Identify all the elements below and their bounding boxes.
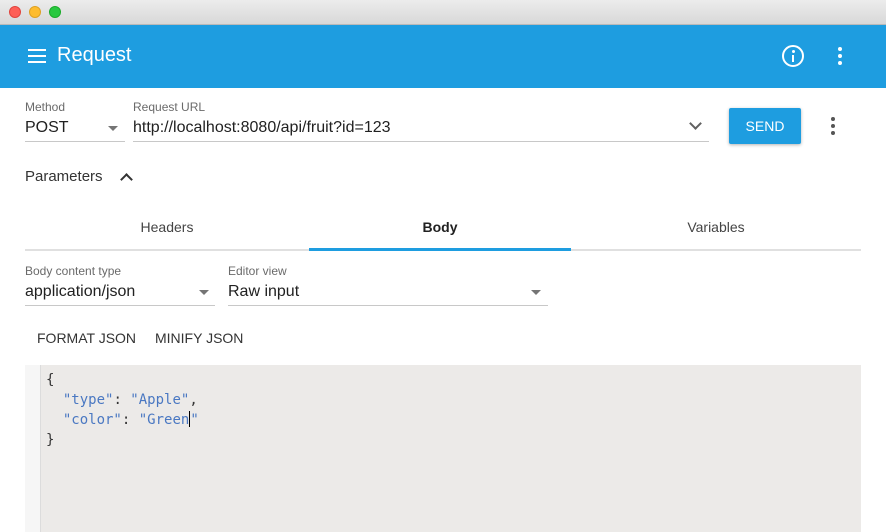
active-tab-indicator xyxy=(309,248,571,251)
url-underline xyxy=(133,141,709,142)
editor-code[interactable]: { "type": "Apple", "color": "Green"} xyxy=(46,370,199,450)
tab-headers[interactable]: Headers xyxy=(25,203,309,250)
method-label: Method xyxy=(25,100,66,114)
json-code-editor[interactable]: { "type": "Apple", "color": "Green"} xyxy=(25,365,861,532)
open-brace: { xyxy=(46,372,55,388)
format-json-button[interactable]: FORMAT JSON xyxy=(37,330,136,346)
close-window-icon[interactable] xyxy=(9,6,21,18)
content-type-label: Body content type xyxy=(25,264,122,278)
editor-view-underline xyxy=(228,305,548,306)
minimize-window-icon[interactable] xyxy=(29,6,41,18)
method-select-value[interactable]: POST xyxy=(25,119,69,137)
method-dropdown-icon[interactable] xyxy=(108,126,118,131)
content-type-dropdown-icon[interactable] xyxy=(199,290,209,295)
editor-view-select-value[interactable]: Raw input xyxy=(228,283,299,301)
content-type-underline xyxy=(25,305,215,306)
more-vert-icon[interactable] xyxy=(838,47,842,65)
tab-variables[interactable]: Variables xyxy=(571,203,861,250)
code-line: } xyxy=(46,430,199,450)
url-input[interactable]: http://localhost:8080/api/fruit?id=123 xyxy=(133,119,391,137)
url-history-chevron-icon[interactable] xyxy=(689,117,702,130)
editor-gutter xyxy=(25,365,41,532)
request-more-icon[interactable] xyxy=(831,117,835,135)
chevron-up-icon[interactable] xyxy=(120,173,133,186)
editor-view-label: Editor view xyxy=(228,264,287,278)
info-icon[interactable] xyxy=(782,45,804,67)
editor-view-dropdown-icon[interactable] xyxy=(531,290,541,295)
zoom-window-icon[interactable] xyxy=(49,6,61,18)
tab-body[interactable]: Body xyxy=(309,203,571,250)
minify-json-button[interactable]: MINIFY JSON xyxy=(155,330,243,346)
code-line: "type": "Apple", xyxy=(62,392,198,408)
close-brace: } xyxy=(46,432,55,448)
url-label: Request URL xyxy=(133,100,206,114)
json-value: "Green xyxy=(138,412,190,428)
window-titlebar xyxy=(0,0,886,25)
page-title: Request xyxy=(57,44,132,66)
json-key: "color" xyxy=(62,412,122,428)
parameters-toggle[interactable]: Parameters xyxy=(25,168,103,185)
menu-icon[interactable] xyxy=(27,48,47,64)
app-bar: Request xyxy=(0,25,886,88)
json-value: "Apple" xyxy=(130,392,190,408)
json-value-end: " xyxy=(190,412,199,428)
json-key: "type" xyxy=(62,392,114,408)
code-line: { xyxy=(46,370,199,390)
json-separator: , xyxy=(189,392,198,408)
code-line: "color": "Green" xyxy=(62,411,199,428)
content-type-select-value[interactable]: application/json xyxy=(25,283,135,301)
send-button[interactable]: SEND xyxy=(729,108,801,144)
method-underline xyxy=(25,141,125,142)
